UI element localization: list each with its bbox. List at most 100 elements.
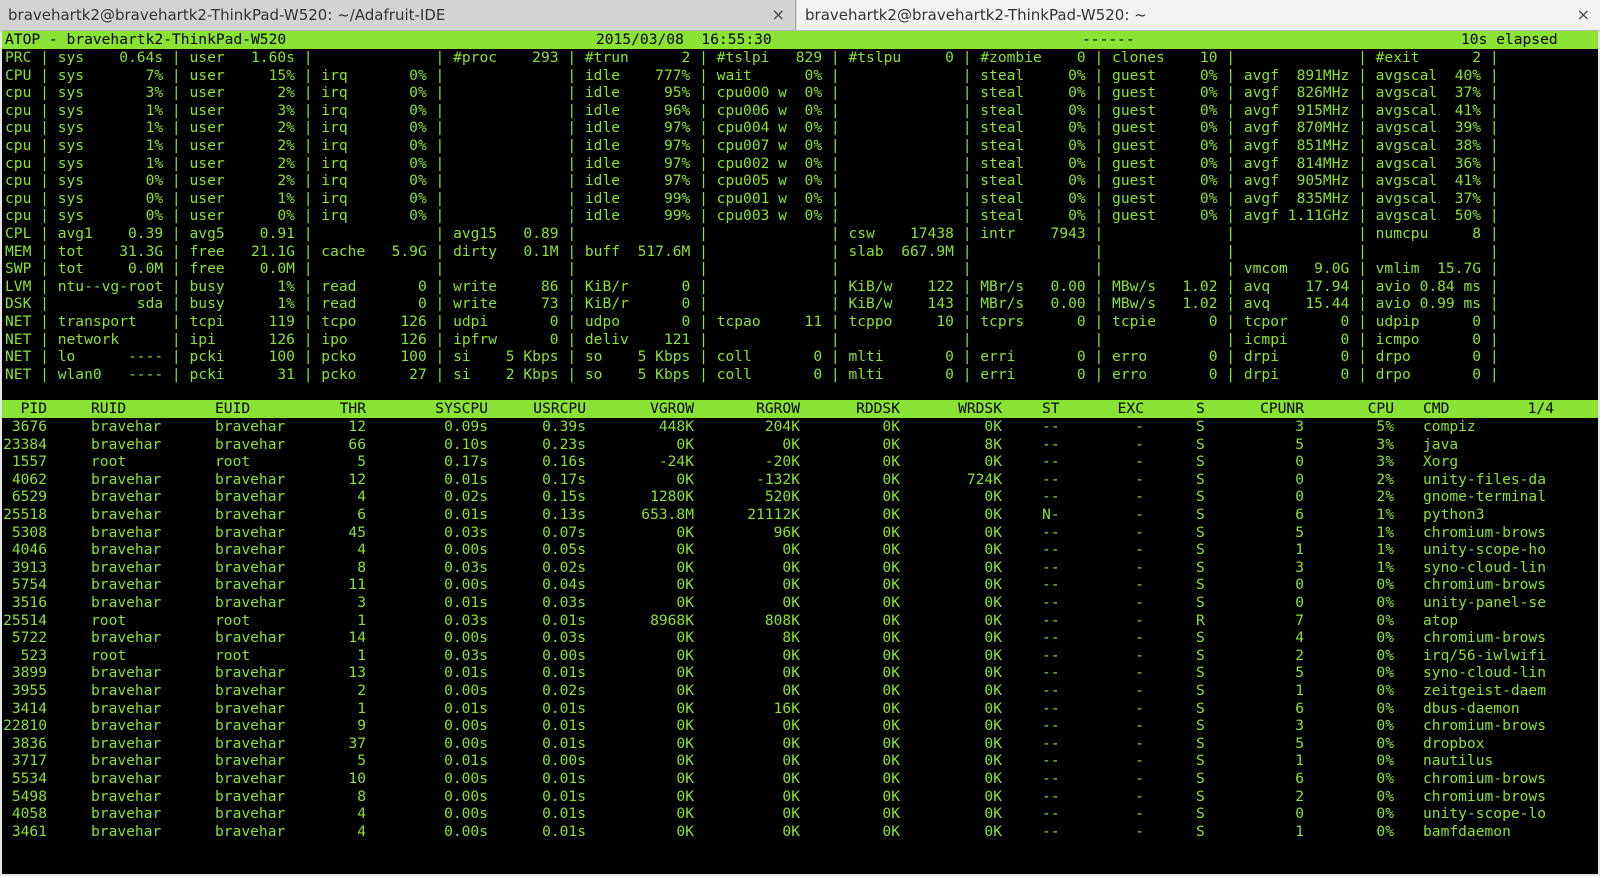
cell-usrcpu: 0.01s [542,734,586,752]
tab-adafruit-ide[interactable]: bravehartk2@bravehartk2-ThinkPad-W520: ~… [0,0,796,30]
process-row: 3516 bravehar bravehar 3 0.01s 0.03s 0K 0K 0K 0K -… [2,594,1598,612]
cell-thr: 14 [348,629,366,647]
cell-exc: - [1135,558,1144,576]
tab-home[interactable]: bravehartk2@bravehartk2-ThinkPad-W520: ~… [797,0,1600,30]
cell-ruid: bravehar [91,664,162,682]
cell-cpu: 0% [1376,805,1394,823]
cell-cpunr: 3 [1295,418,1304,435]
cell-rddsk: 0K [882,488,900,506]
cell-usrcpu: 0.23s [542,435,586,453]
cell-thr: 8 [357,558,366,576]
cell-usrcpu: 0.01s [542,717,586,735]
cell-vgrow: 0K [676,435,694,453]
cell-vgrow: 8968K [650,611,694,629]
cell-cpu: 0% [1376,611,1394,629]
cell-st: -- [1042,822,1060,840]
stat-line: LVM | ntu--vg-root | busy 1% | read 0 | … [5,277,1499,295]
cell-wrdsk: 0K [984,541,1002,559]
cell-vgrow: 0K [676,541,694,559]
cell-euid: root [215,453,251,471]
cell-usrcpu: 0.01s [542,664,586,682]
cell-euid: bravehar [215,629,286,647]
cell-exc: - [1135,752,1144,770]
cell-wrdsk: 0K [984,699,1002,717]
cell-pid: 4046 [11,541,47,559]
cell-cpunr: 6 [1295,770,1304,787]
cell-wrdsk: 0K [984,488,1002,506]
cell-cpunr: 6 [1295,699,1304,717]
process-row: 5308 bravehar bravehar 45 0.03s 0.07s 0K 96K 0K 0… [2,524,1598,542]
cell-rgrow: 0K [782,770,800,787]
cell-rddsk: 0K [882,629,900,647]
stat-line: NET | network | ipi 126 | ipo 126 | ipfr… [5,330,1499,348]
cell-vgrow: 0K [676,699,694,717]
cell-pid: 23384 [3,435,47,453]
cell-thr: 13 [348,664,366,682]
cell-cpunr: 0 [1295,576,1304,594]
cell-cmd: atop [1423,611,1459,629]
cell-exc: - [1135,576,1144,594]
process-row: 3461 bravehar bravehar 4 0.00s 0.01s 0K 0K 0K 0K -… [2,823,1598,841]
cell-ruid: bravehar [91,558,162,576]
process-row: 523 root root 1 0.03s 0.00s 0K 0K 0K 0K -- - S 2 0% irq… [2,647,1598,665]
cell-pid: 25514 [3,611,47,629]
cell-usrcpu: 0.01s [542,805,586,823]
cell-cmd: dropbox [1423,734,1485,752]
cell-rddsk: 0K [882,787,900,805]
cell-cpunr: 3 [1295,558,1304,576]
cell-exc: - [1135,822,1144,840]
cell-wrdsk: 0K [984,734,1002,752]
cell-syscpu: 0.01s [444,594,488,611]
cell-s: S [1196,506,1205,523]
cell-thr: 3 [357,594,366,611]
cell-s: S [1196,770,1205,787]
cell-cpunr: 0 [1295,470,1304,488]
cell-euid: bravehar [215,488,286,506]
cell-st: -- [1042,699,1060,717]
cell-vgrow: 1280K [650,488,694,506]
cell-vgrow: 0K [676,558,694,576]
cell-ruid: bravehar [91,435,162,453]
terminal-screen[interactable]: ATOP - bravehartk2-ThinkPad-W520 2015/03… [2,31,1598,874]
stat-line: NET | transport | tcpi 119 | tcpo 126 | … [5,313,1499,330]
cell-exc: - [1135,594,1144,611]
cell-ruid: root [91,646,127,664]
cell-cpunr: 5 [1295,435,1304,453]
cell-wrdsk: 0K [984,770,1002,787]
cell-pid: 5308 [11,523,47,541]
cell-euid: bravehar [215,682,286,699]
cell-exc: - [1135,787,1144,805]
cell-ruid: bravehar [91,699,162,717]
cell-usrcpu: 0.15s [542,488,586,506]
cell-ruid: bravehar [91,787,162,805]
cell-vgrow: 0K [676,805,694,823]
cell-cpu: 5% [1376,418,1394,435]
cell-s: S [1196,699,1205,717]
cell-pid: 3676 [11,418,47,435]
cell-thr: 12 [348,470,366,488]
cell-cpu: 1% [1376,506,1394,523]
cell-thr: 66 [348,435,366,453]
cell-cpu: 0% [1376,664,1394,682]
close-icon[interactable]: × [772,0,785,30]
cell-rgrow: 0K [782,822,800,840]
cell-st: -- [1042,646,1060,664]
cell-usrcpu: 0.01s [542,822,586,840]
cell-cpunr: 4 [1295,629,1304,647]
cell-usrcpu: 0.17s [542,470,586,488]
cell-usrcpu: 0.00s [542,752,586,770]
stat-line: MEM | tot 31.3G | free 21.1G | cache 5.9… [5,242,1499,260]
cell-syscpu: 0.03s [444,646,488,664]
cell-exc: - [1135,664,1144,682]
cell-s: S [1196,734,1205,752]
cell-st: -- [1042,488,1060,506]
cell-rddsk: 0K [882,576,900,594]
cell-cpunr: 6 [1295,506,1304,523]
cell-exc: - [1135,770,1144,787]
cell-rddsk: 0K [882,523,900,541]
cell-pid: 3955 [11,682,47,699]
cell-cmd: irq/56-iwlwifi [1423,646,1547,664]
cell-rddsk: 0K [882,682,900,699]
close-icon[interactable]: × [1577,0,1590,30]
cell-st: -- [1042,523,1060,541]
